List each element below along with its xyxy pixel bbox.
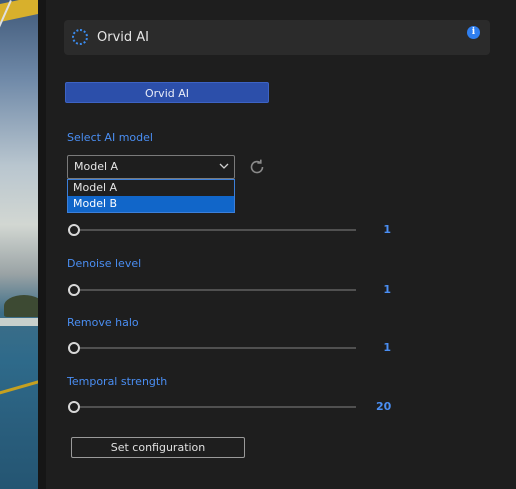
photo-shoreline [0,318,38,326]
slider-track [74,406,356,408]
slider-thumb[interactable] [68,342,80,354]
select-model-label: Select AI model [67,131,153,144]
slider-thumb[interactable] [68,284,80,296]
model-select[interactable]: Model A [67,155,235,179]
model-option-b[interactable]: Model B [68,196,234,212]
slider-thumb[interactable] [68,401,80,413]
orvid-ai-button[interactable]: Orvid AI [65,82,269,103]
panel-title: Orvid AI [97,30,149,45]
model-dropdown-list: Model A Model B [67,179,235,213]
remove-halo-value: 1 [383,341,391,354]
slider-thumb[interactable] [68,224,80,236]
reset-icon[interactable] [247,157,267,177]
chevron-down-icon [219,163,229,169]
temporal-strength-label: Temporal strength [67,375,168,388]
info-icon[interactable]: i [467,26,480,39]
photo-cable [0,0,12,385]
strength-value: 1 [383,223,391,236]
slider-track [74,289,356,291]
orvid-ai-panel: Orvid AI i Orvid AI Select AI model Mode… [46,0,516,489]
spinner-icon [72,29,88,45]
denoise-level-label: Denoise level [67,257,142,270]
photo-railing [0,378,38,395]
model-option-a[interactable]: Model A [68,180,234,196]
slider-track [74,229,356,231]
denoise-level-slider[interactable] [68,284,356,296]
background-photo [0,0,38,489]
model-select-value: Model A [74,160,119,173]
strength-slider[interactable] [68,224,356,236]
remove-halo-label: Remove halo [67,316,139,329]
panel-edge [38,0,46,489]
set-configuration-button[interactable]: Set configuration [71,437,245,458]
photo-island [4,295,38,317]
slider-track [74,347,356,349]
remove-halo-slider[interactable] [68,342,356,354]
panel-header: Orvid AI i [64,20,490,55]
temporal-strength-slider[interactable] [68,401,356,413]
denoise-level-value: 1 [383,283,391,296]
temporal-strength-value: 20 [376,400,392,413]
